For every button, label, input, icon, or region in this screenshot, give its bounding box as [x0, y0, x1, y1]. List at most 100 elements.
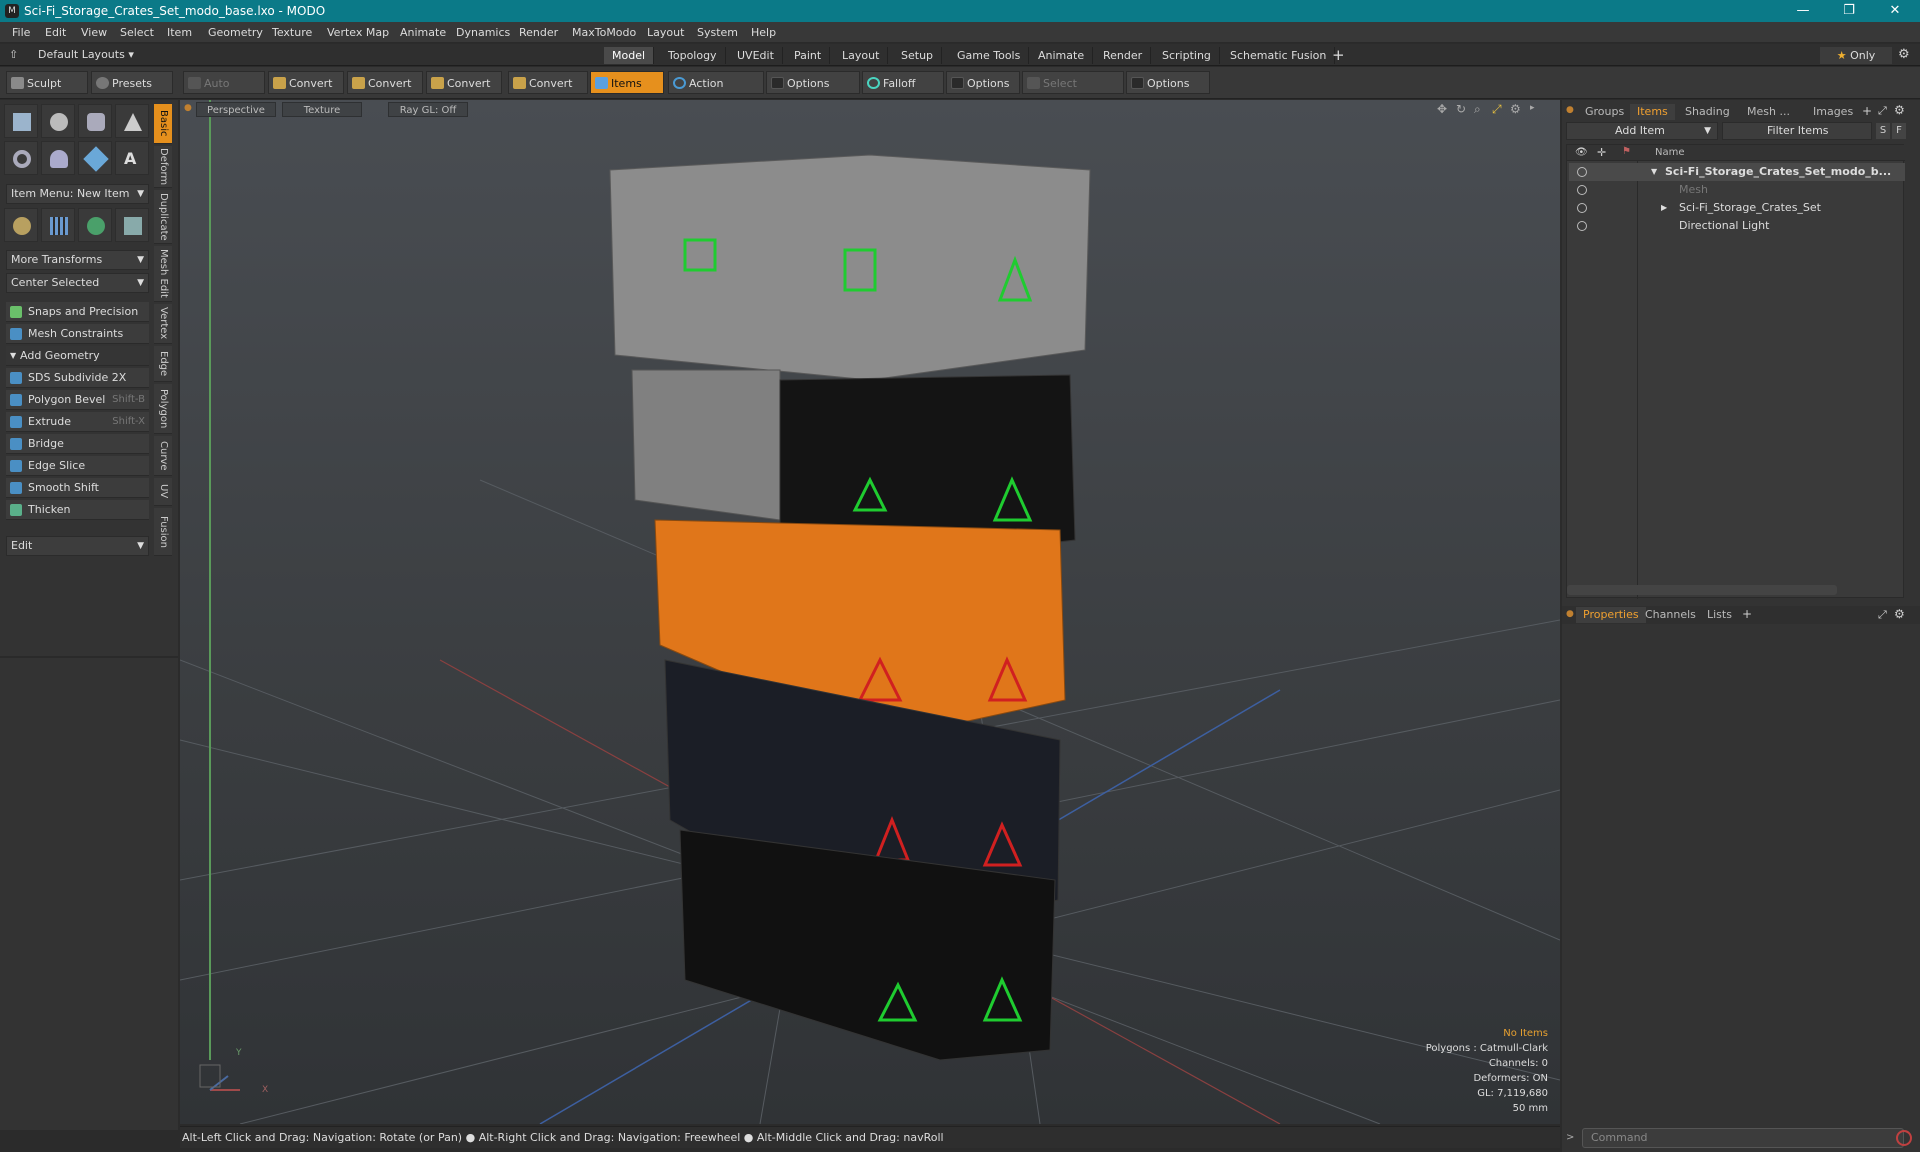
vtab-polygon[interactable]: Polygon: [154, 384, 172, 434]
tab-layout[interactable]: Layout: [834, 47, 889, 64]
panel-menu-icon[interactable]: ●: [1566, 609, 1574, 619]
tree-item-crates-set[interactable]: ▶ Sci-Fi_Storage_Crates_Set: [1569, 199, 1905, 217]
zoom-view-icon[interactable]: ⌕: [1474, 102, 1481, 117]
tab-channels[interactable]: Channels: [1638, 607, 1703, 623]
raygl-toggle[interactable]: Ray GL: Off: [388, 102, 468, 117]
auto-select-button[interactable]: Auto Select: [183, 71, 265, 113]
menu-file[interactable]: File: [12, 26, 30, 39]
action-center-options-button[interactable]: Options: [766, 71, 860, 94]
tree-item-scene[interactable]: ▼ Sci-Fi_Storage_Crates_Set_modo_b...: [1569, 163, 1905, 181]
panel-gear-icon[interactable]: ⚙: [1894, 103, 1905, 117]
filter-items-input[interactable]: Filter Items: [1722, 122, 1872, 140]
close-button[interactable]: ✕: [1872, 1, 1918, 21]
filter-s-button[interactable]: S: [1876, 123, 1890, 139]
eye-icon[interactable]: [1577, 203, 1587, 213]
view-mode-dropdown[interactable]: Perspective: [196, 102, 276, 117]
command-input[interactable]: Command: [1582, 1128, 1904, 1148]
tab-mesh[interactable]: Mesh ...: [1740, 104, 1797, 120]
tool-polygon-bevel[interactable]: Polygon Bevel Shift-B: [6, 390, 149, 410]
tab-scripting[interactable]: Scripting: [1154, 47, 1220, 64]
tool-thicken[interactable]: Thicken: [6, 500, 149, 520]
action-center-button[interactable]: Action Center: [668, 71, 764, 113]
more-transforms-dropdown[interactable]: More Transforms ▼: [6, 250, 149, 270]
tab-game-tools[interactable]: Game Tools: [949, 47, 1030, 64]
tab-images[interactable]: Images: [1806, 104, 1860, 120]
menu-item[interactable]: Item: [167, 26, 192, 39]
vtab-duplicate[interactable]: Duplicate: [154, 190, 172, 244]
expand-icon[interactable]: ⤢: [1878, 608, 1887, 622]
vtab-fusion[interactable]: Fusion: [154, 508, 172, 556]
menu-geometry[interactable]: Geometry: [208, 26, 263, 39]
pen-tool-button[interactable]: [78, 141, 112, 175]
add-tab-icon[interactable]: +: [1332, 46, 1345, 64]
sphere-primitive-button[interactable]: [41, 104, 75, 138]
tab-topology[interactable]: Topology: [660, 47, 726, 64]
chevron-right-icon[interactable]: ▶: [1661, 199, 1667, 217]
only-toggle[interactable]: ★ Only: [1820, 47, 1892, 64]
tab-groups[interactable]: Groups: [1578, 104, 1631, 120]
eye-icon[interactable]: [1577, 167, 1587, 177]
falloff-options-button[interactable]: Options: [946, 71, 1020, 94]
tool-smooth-shift[interactable]: Smooth Shift: [6, 478, 149, 498]
locator-button[interactable]: [4, 208, 38, 242]
vtab-basic[interactable]: Basic: [154, 104, 172, 144]
menu-maxtomodo[interactable]: MaxToModo: [572, 26, 636, 39]
snaps-precision-button[interactable]: Snaps and Precision: [6, 302, 149, 322]
menu-texture[interactable]: Texture: [272, 26, 312, 39]
tree-item-directional-light[interactable]: Directional Light: [1569, 217, 1905, 235]
tab-setup[interactable]: Setup: [893, 47, 943, 64]
shading-mode-dropdown[interactable]: Texture: [282, 102, 362, 117]
viewport-gear-icon[interactable]: ⚙: [1510, 102, 1521, 116]
tab-paint[interactable]: Paint: [786, 47, 831, 64]
item-menu-dropdown[interactable]: Item Menu: New Item ▼: [6, 184, 149, 204]
menu-view[interactable]: View: [81, 26, 107, 39]
tab-lists[interactable]: Lists: [1700, 607, 1739, 623]
tool-extrude[interactable]: Extrude Shift-X: [6, 412, 149, 432]
move-view-icon[interactable]: ✥: [1437, 102, 1447, 116]
torus-primitive-button[interactable]: [4, 141, 38, 175]
tab-uvedit[interactable]: UVEdit: [729, 47, 783, 64]
tab-properties[interactable]: Properties: [1576, 607, 1646, 623]
eye-icon[interactable]: [1577, 221, 1587, 231]
convert-polygon-button[interactable]: Convert: [426, 71, 502, 94]
vtab-curve[interactable]: Curve: [154, 436, 172, 476]
add-tab-icon[interactable]: +: [1862, 104, 1872, 118]
convert-item-button[interactable]: Convert: [508, 71, 588, 94]
sculpt-button[interactable]: Sculpt: [6, 71, 88, 94]
menu-edit[interactable]: Edit: [45, 26, 66, 39]
fit-view-icon[interactable]: ⤢: [1492, 102, 1502, 117]
tree-item-mesh[interactable]: Mesh: [1569, 181, 1905, 199]
globe-button[interactable]: [78, 208, 112, 242]
tab-shading[interactable]: Shading: [1678, 104, 1737, 120]
filter-f-button[interactable]: F: [1892, 123, 1906, 139]
tool-bridge[interactable]: Bridge: [6, 434, 149, 454]
falloff-button[interactable]: Falloff: [862, 71, 944, 94]
menu-layout[interactable]: Layout: [647, 26, 684, 39]
plane-button[interactable]: [115, 208, 149, 242]
menu-help[interactable]: Help: [751, 26, 776, 39]
add-tab-icon[interactable]: +: [1742, 607, 1752, 621]
cone-primitive-button[interactable]: [115, 104, 149, 138]
viewport-expand-icon[interactable]: ▸: [1530, 103, 1535, 113]
vtab-vertex[interactable]: Vertex: [154, 304, 172, 344]
maximize-button[interactable]: ❐: [1826, 1, 1872, 21]
edit-dropdown[interactable]: Edit ▼: [6, 536, 149, 556]
expand-icon[interactable]: ⤢: [1878, 104, 1887, 118]
vtab-edge[interactable]: Edge: [154, 346, 172, 382]
select-through-button[interactable]: Select Through: [1022, 71, 1124, 113]
chevron-down-icon[interactable]: ▼: [1651, 163, 1657, 181]
menu-select[interactable]: Select: [120, 26, 154, 39]
tab-animate[interactable]: Animate: [1030, 47, 1094, 64]
eye-icon[interactable]: [1577, 185, 1587, 195]
3d-viewport[interactable]: Perspective Texture Ray GL: Off ● ✥ ↻ ⌕ …: [180, 100, 1560, 1124]
horizontal-scrollbar[interactable]: [1567, 585, 1837, 595]
grid-button[interactable]: [41, 208, 75, 242]
rotate-view-icon[interactable]: ↻: [1456, 102, 1466, 116]
cylinder-primitive-button[interactable]: [78, 104, 112, 138]
capsule-primitive-button[interactable]: [41, 141, 75, 175]
panel-gear-icon[interactable]: ⚙: [1894, 607, 1905, 621]
gear-icon[interactable]: ⚙: [1898, 47, 1910, 62]
menu-system[interactable]: System: [697, 26, 738, 39]
tab-items[interactable]: Items: [1630, 104, 1675, 120]
vtab-mesh-edit[interactable]: Mesh Edit: [154, 246, 172, 302]
